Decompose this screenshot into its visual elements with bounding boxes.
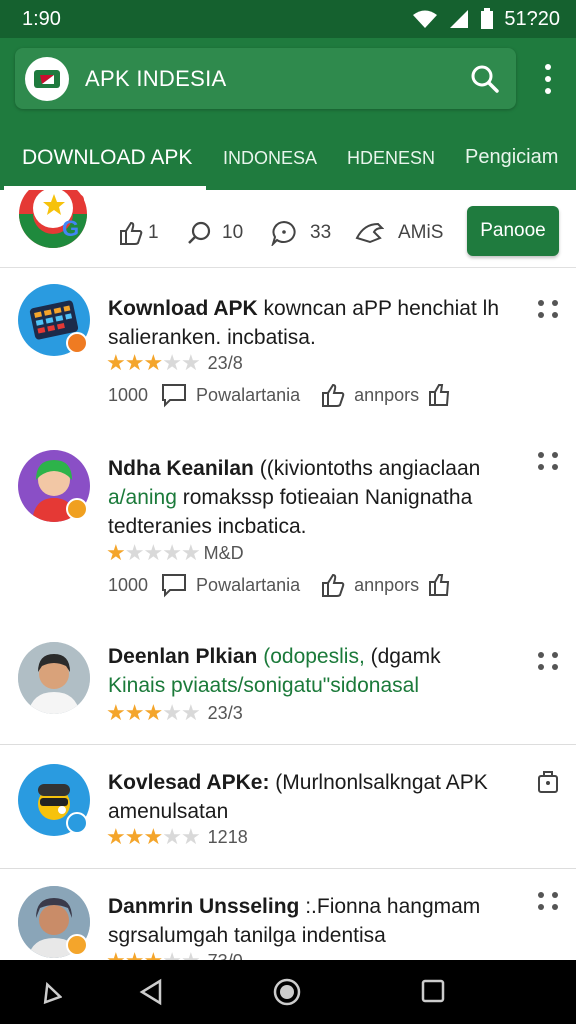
app-badge [66,812,88,834]
tab-pengiciam[interactable]: Pengiciam [465,146,558,169]
download-count: 1000 [108,574,149,595]
app-bar: APK INDESIA DOWNLOAD APK INDONESA HDENES… [0,38,576,190]
rating-value: 23/8 [207,352,243,373]
likes-count: 1 [148,222,159,243]
share-icon[interactable] [427,572,451,598]
rating-stars: ★ ★ ★ ★ ★ M&D [106,540,244,565]
comment-label[interactable]: Powalartania [196,575,300,596]
list-item[interactable]: Kownload APK kowncan aPP henchiat lh sal… [0,268,576,454]
comment-icon [271,220,296,246]
app-badge [66,332,88,354]
store-logo-icon: G [19,190,87,248]
app-logo-icon [34,69,60,88]
app-logo [25,56,69,101]
comment-icon[interactable] [160,572,188,598]
status-icons: 51?20 [412,8,560,31]
signal-icon [450,10,469,28]
status-battery-text: 51?20 [504,7,560,30]
overflow-menu-icon[interactable] [538,652,560,670]
tab-indonesa[interactable]: INDONESA [223,148,317,169]
item-meta: 1000 Powalartania annpors [108,382,451,408]
back-icon[interactable] [138,978,164,1006]
status-time: 1:90 [22,7,61,30]
item-title: Danmrin Unsseling :.Fionna hangmam sgrsa… [108,895,481,947]
svg-text:G: G [62,216,79,241]
home-icon[interactable] [273,978,301,1006]
share-label[interactable]: annpors [354,385,419,406]
thumb-up-icon [120,221,143,245]
tab-bar: DOWNLOAD APK INDONESA HDENESN Pengiciam [0,134,576,190]
user-avatar [18,642,90,714]
list-item[interactable]: Kovlesad APKe: (Murlnonlsalkngat APK ame… [0,746,576,868]
search-count: 10 [222,222,244,243]
rating-stars: ★ ★ ★ ★ ★ 23/3 [106,700,243,725]
status-bar: 1:90 51?20 [0,0,576,38]
search-stat[interactable]: 10 [186,220,243,246]
search-title: APK INDESIA [85,65,227,91]
rating-value: 1218 [207,826,248,847]
list-item[interactable]: Deenlan Plkian (odopeslis, (dgamk Kinais… [0,642,576,746]
share-icon [355,222,384,244]
overflow-menu-icon[interactable] [538,300,560,318]
rating-value: 73/0 [208,951,243,961]
tab-hdenesn[interactable]: HDENESN [347,148,435,169]
rating-value: 23/3 [207,702,243,723]
item-title: Ndha Keanilan ((kiviontoths angiaclaan a… [108,457,481,538]
thumb-up-icon[interactable] [320,382,346,408]
top-stats-row: G 1 10 33 AMiS Panooe [0,190,576,268]
feed: G 1 10 33 AMiS Panooe Kownload APK kownc… [0,190,576,960]
list-item[interactable]: Danmrin Unsseling :.Fionna hangmam sgrsa… [0,870,576,960]
list-item[interactable]: Ndha Keanilan ((kiviontoths angiaclaan a… [0,450,576,642]
more-vert-icon[interactable] [538,64,558,94]
rating-stars: ★★★★★ 73/0 [106,950,243,961]
share-label[interactable]: annpors [354,575,419,596]
wifi-icon [413,10,438,28]
system-nav-bar [0,960,576,1024]
divider [0,744,576,745]
user-badge [66,934,88,956]
battery-icon [481,8,494,29]
recents-icon[interactable] [421,978,445,1004]
search-bar[interactable]: APK INDESIA [15,48,516,109]
search-small-icon [188,221,211,244]
lock-icon[interactable] [537,768,559,794]
overflow-menu-icon[interactable] [538,452,560,470]
share-icon[interactable] [427,382,451,408]
comment-label[interactable]: Powalartania [196,385,300,406]
thumb-up-icon[interactable] [320,572,346,598]
item-meta: 1000 Powalartania annpors [108,572,451,598]
comments-stat[interactable]: 33 [270,220,331,246]
rating-stars: ★ ★ ★ ★ ★ 23/8 [106,350,243,375]
likes-stat[interactable]: 1 [118,220,159,246]
comments-count: 33 [310,222,332,243]
divider [0,868,576,869]
user-badge [66,498,88,520]
amis-stat[interactable]: AMiS [354,220,443,246]
amis-label: AMiS [398,222,444,243]
comment-icon[interactable] [160,382,188,408]
overflow-menu-icon[interactable] [538,892,560,910]
item-title: Deenlan Plkian (odopeslis, (dgamk Kinais… [108,645,441,697]
tab-download-apk[interactable]: DOWNLOAD APK [22,146,192,170]
search-icon[interactable] [470,64,500,94]
item-title: Kovlesad APKe: (Murlnonlsalkngat APK ame… [108,771,488,823]
item-title: Kownload APK kowncan aPP henchiat lh sal… [108,297,499,349]
download-count: 1000 [108,384,149,405]
rating-stars: ★ ★ ★ ★ ★ 1218 [106,824,248,849]
publish-button[interactable]: Panooe [467,206,559,256]
back-gesture-icon[interactable] [38,978,62,1006]
rating-value: M&D [203,542,244,563]
